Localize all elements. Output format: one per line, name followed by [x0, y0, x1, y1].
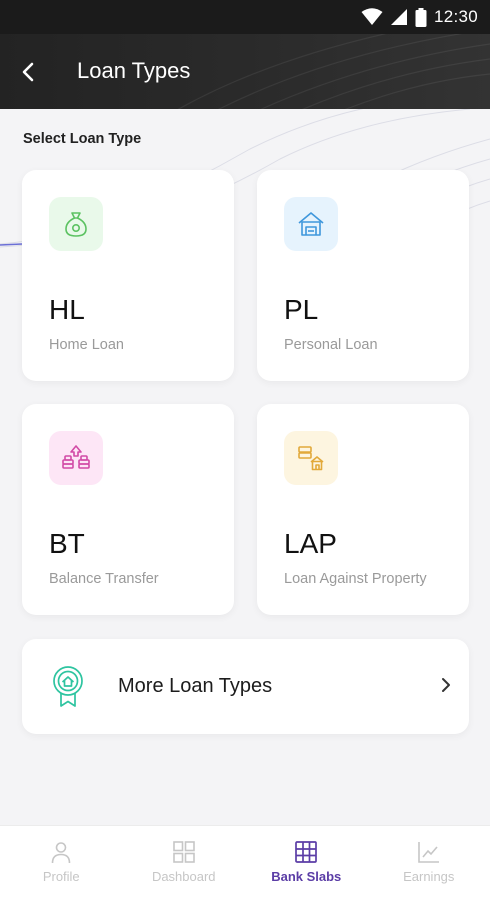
loan-name: Home Loan: [49, 337, 124, 353]
more-loan-types-button[interactable]: More Loan Types: [22, 639, 469, 734]
back-button[interactable]: [12, 56, 44, 88]
section-label: Select Loan Type: [23, 131, 142, 147]
loan-type-card-bt[interactable]: BT Balance Transfer: [22, 404, 234, 615]
chart-icon: [417, 842, 439, 863]
loan-type-card-hl[interactable]: HL Home Loan: [22, 170, 234, 381]
money-bag-icon: [65, 212, 87, 237]
loan-name: Personal Loan: [284, 337, 378, 353]
loan-name: Balance Transfer: [49, 571, 159, 587]
card-icon-box: [49, 197, 103, 251]
chevron-right-icon: [442, 678, 450, 692]
main-content: Select Loan Type HL Home Loan PL Persona…: [0, 109, 490, 825]
loan-code: BT: [49, 528, 85, 559]
nav-label: Dashboard: [151, 869, 216, 884]
house-icon: [298, 212, 324, 236]
card-icon-box: [284, 431, 338, 485]
nav-label: Earnings: [403, 869, 455, 884]
bottom-navigation: Profile Dashboard Bank Slabs Earnings: [0, 825, 490, 900]
loan-type-card-lap[interactable]: LAP Loan Against Property: [257, 404, 469, 615]
loan-code: LAP: [284, 528, 337, 559]
loan-name: Loan Against Property: [284, 571, 427, 587]
nav-item-dashboard[interactable]: Dashboard: [123, 826, 246, 900]
loan-code: PL: [284, 294, 319, 325]
nav-item-earnings[interactable]: Earnings: [368, 826, 490, 900]
status-icons: 12:30: [361, 7, 478, 27]
nav-item-bank-slabs[interactable]: Bank Slabs: [245, 826, 368, 900]
page-title: Loan Types: [77, 58, 191, 83]
loan-code: HL: [49, 294, 85, 325]
property-icon: [298, 446, 324, 471]
nav-label: Profile: [42, 869, 80, 884]
signal-icon: [390, 9, 407, 25]
back-arrow-icon: [22, 62, 34, 82]
battery-icon: [415, 7, 427, 27]
app-bar: Loan Types: [0, 34, 490, 109]
card-icon-box: [49, 431, 103, 485]
loan-type-card-pl[interactable]: PL Personal Loan: [257, 170, 469, 381]
status-time: 12:30: [433, 7, 478, 26]
wifi-icon: [361, 8, 383, 25]
badge-house-icon: [53, 666, 83, 707]
person-icon: [51, 842, 71, 864]
status-bar: 12:30: [0, 0, 490, 34]
more-loan-types-label: More Loan Types: [118, 675, 273, 697]
grid-icon: [172, 841, 195, 863]
card-icon-box: [284, 197, 338, 251]
nav-item-profile[interactable]: Profile: [0, 826, 123, 900]
nav-label: Bank Slabs: [271, 869, 342, 884]
header-wave-decoration: [177, 34, 490, 109]
table-icon: [295, 841, 318, 863]
transfer-icon: [62, 445, 90, 469]
